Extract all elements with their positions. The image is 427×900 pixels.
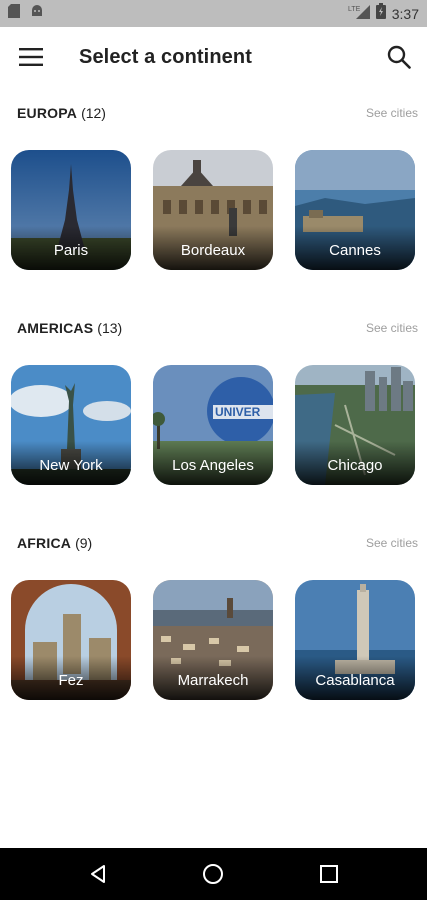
city-label: Fez xyxy=(11,656,131,700)
section-header: EUROPA (12) See cities xyxy=(0,100,427,126)
city-card-casablanca[interactable]: Casablanca xyxy=(295,580,415,700)
system-nav-bar xyxy=(0,848,427,900)
city-cards: Paris Bordeaux Cannes xyxy=(11,150,415,270)
recents-square-icon[interactable] xyxy=(305,850,353,898)
section-title: AMERICAS xyxy=(17,320,94,336)
city-label: Paris xyxy=(11,226,131,270)
app-bar: Select a continent xyxy=(0,27,427,87)
home-circle-icon[interactable] xyxy=(189,850,237,898)
section-header: AMERICAS (13) See cities xyxy=(0,315,427,341)
section-europa: EUROPA (12) See cities Paris Bordeaux Ca… xyxy=(0,100,427,270)
section-header: AFRICA (9) See cities xyxy=(0,530,427,556)
city-card-fez[interactable]: Fez xyxy=(11,580,131,700)
search-icon[interactable] xyxy=(371,27,427,87)
page-title: Select a continent xyxy=(79,45,252,68)
status-bar: LTE 3:37 xyxy=(0,0,427,27)
section-title: EUROPA xyxy=(17,105,78,121)
svg-text:UNIVER: UNIVER xyxy=(215,405,261,419)
city-label: Los Angeles xyxy=(153,441,273,485)
section-africa: AFRICA (9) See cities Fez Marrakech Casa… xyxy=(0,530,427,700)
see-cities-link[interactable]: See cities xyxy=(366,536,418,550)
city-cards: Fez Marrakech Casablanca xyxy=(11,580,415,700)
svg-text:LTE: LTE xyxy=(348,6,361,13)
city-label: Cannes xyxy=(295,226,415,270)
signal-icon: LTE xyxy=(348,3,370,24)
section-americas: AMERICAS (13) See cities New York UNIVER xyxy=(0,315,427,485)
city-card-cannes[interactable]: Cannes xyxy=(295,150,415,270)
see-cities-link[interactable]: See cities xyxy=(366,106,418,120)
section-count: (9) xyxy=(75,535,93,551)
battery-charging-icon xyxy=(375,3,386,24)
back-triangle-icon[interactable] xyxy=(74,850,122,898)
city-card-marrakech[interactable]: Marrakech xyxy=(153,580,273,700)
section-count: (12) xyxy=(81,105,106,121)
hamburger-menu-icon[interactable] xyxy=(0,27,62,87)
city-label: Bordeaux xyxy=(153,226,273,270)
status-time: 3:37 xyxy=(391,5,419,22)
section-count: (13) xyxy=(97,320,123,336)
city-card-paris[interactable]: Paris xyxy=(11,150,131,270)
city-card-los-angeles[interactable]: UNIVER Los Angeles xyxy=(153,365,273,485)
city-label: New York xyxy=(11,441,131,485)
sd-card-icon xyxy=(8,4,20,23)
city-label: Chicago xyxy=(295,441,415,485)
city-card-new-york[interactable]: New York xyxy=(11,365,131,485)
see-cities-link[interactable]: See cities xyxy=(366,321,418,335)
city-label: Marrakech xyxy=(153,656,273,700)
city-cards: New York UNIVER Los Angeles Chicago xyxy=(11,365,415,485)
city-card-chicago[interactable]: Chicago xyxy=(295,365,415,485)
city-label: Casablanca xyxy=(295,656,415,700)
city-card-bordeaux[interactable]: Bordeaux xyxy=(153,150,273,270)
section-title: AFRICA xyxy=(17,535,72,551)
android-debug-icon xyxy=(30,4,44,23)
